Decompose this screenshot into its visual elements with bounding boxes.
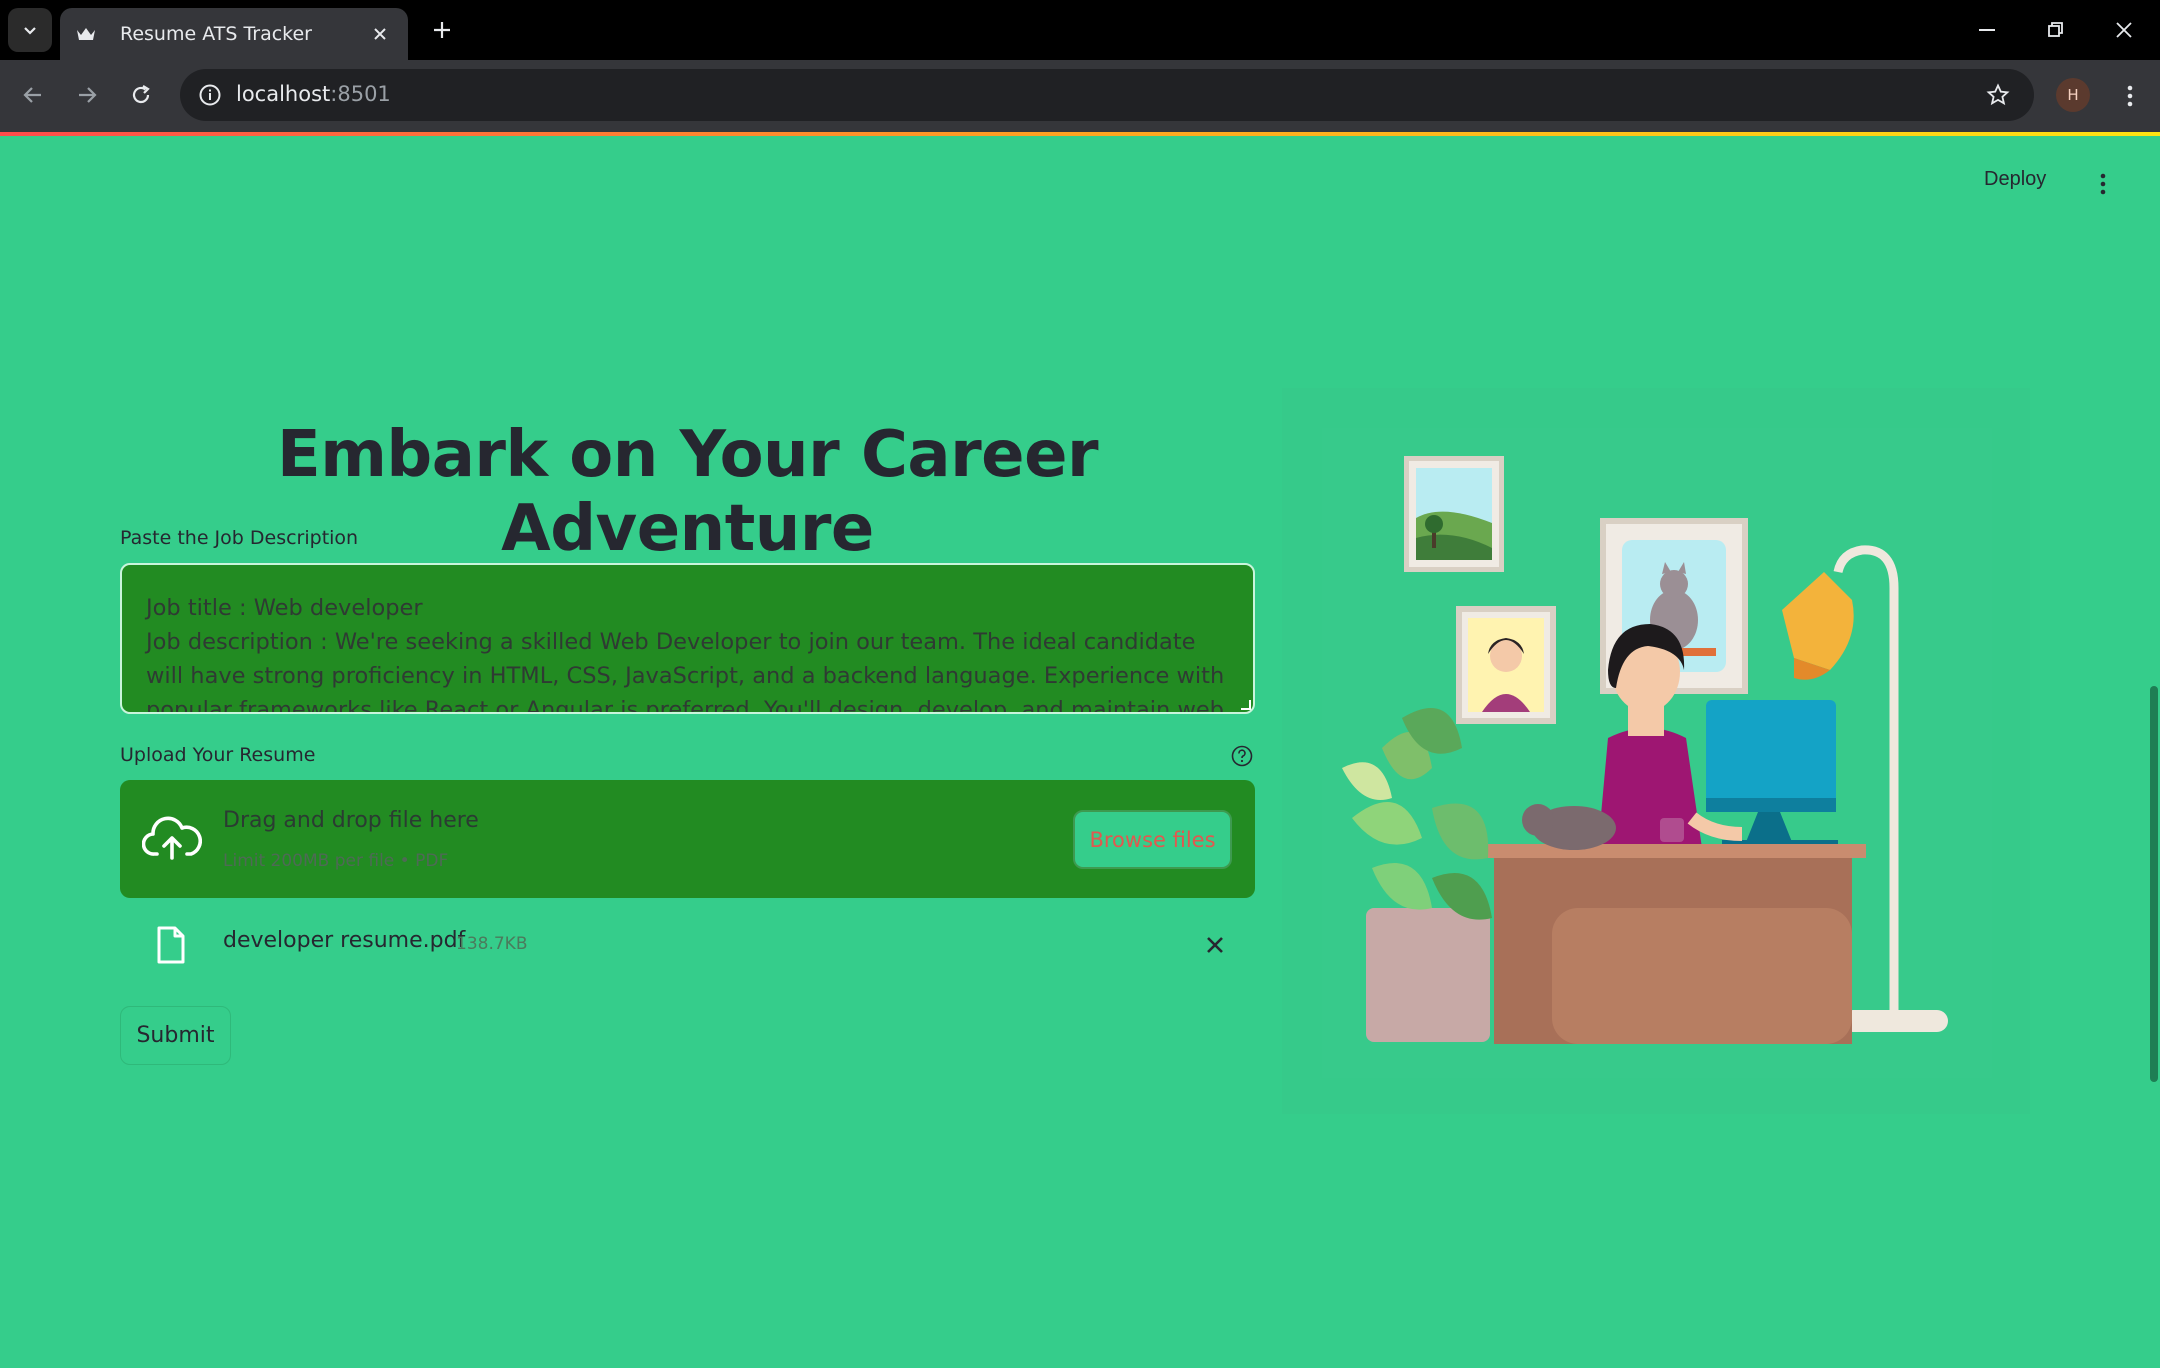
- arrow-right-icon: [79, 87, 97, 103]
- dropzone-instructions: Drag and drop file here: [223, 808, 479, 833]
- url-host: localhost: [236, 82, 331, 106]
- reload-button[interactable]: [118, 72, 164, 118]
- job-description-textarea[interactable]: Job title : Web developer Job descriptio…: [120, 563, 1255, 714]
- reload-icon: [132, 85, 150, 104]
- career-illustration: [1282, 388, 2030, 1114]
- cloud-upload-icon: [142, 816, 202, 860]
- remove-file-button[interactable]: [1200, 930, 1230, 960]
- kebab-menu-icon: [2100, 173, 2106, 195]
- profile-avatar[interactable]: H: [2056, 78, 2090, 112]
- plus-icon: [434, 22, 450, 38]
- site-info-icon[interactable]: [190, 75, 230, 115]
- browser-tab-bar: Resume ATS Tracker: [0, 0, 2160, 60]
- url-text: localhost:8501: [236, 82, 391, 106]
- new-tab-button[interactable]: [424, 12, 460, 48]
- browser-tab[interactable]: Resume ATS Tracker: [60, 8, 408, 60]
- upload-resume-label: Upload Your Resume: [120, 744, 316, 766]
- address-bar[interactable]: localhost:8501: [180, 69, 2034, 121]
- restore-icon: [2048, 22, 2063, 37]
- back-button[interactable]: [10, 72, 56, 118]
- tab-title: Resume ATS Tracker: [120, 23, 312, 45]
- minimize-window-button[interactable]: [1954, 0, 2022, 60]
- close-window-button[interactable]: [2090, 0, 2158, 60]
- restore-window-button[interactable]: [2022, 0, 2090, 60]
- tab-search-button[interactable]: [8, 8, 52, 52]
- portrait-picture: [1456, 606, 1556, 724]
- submit-button[interactable]: Submit: [120, 1006, 231, 1065]
- minimize-icon: [1979, 29, 1995, 31]
- url-port: :8501: [330, 82, 391, 106]
- streamlit-crown-icon: [74, 22, 98, 46]
- uploaded-file-size: 138.7KB: [456, 934, 528, 954]
- close-icon: [1207, 937, 1223, 953]
- app-main-menu-button[interactable]: [2086, 166, 2120, 202]
- chrome-menu-button[interactable]: [2110, 74, 2150, 118]
- bookmark-star-icon[interactable]: [1980, 77, 2016, 113]
- streamlit-decoration-bar: [0, 132, 2160, 136]
- file-icon: [157, 926, 185, 964]
- resize-handle[interactable]: [1241, 700, 1251, 710]
- browser-toolbar: localhost:8501 H: [0, 60, 2160, 132]
- close-icon: [2116, 22, 2132, 38]
- uploaded-file-row: developer resume.pdf 138.7KB: [120, 910, 1255, 980]
- dropzone-limit-text: Limit 200MB per file • PDF: [223, 851, 449, 871]
- browse-files-button[interactable]: Browse files: [1073, 810, 1232, 869]
- job-description-label: Paste the Job Description: [120, 527, 359, 549]
- chevron-down-icon: [24, 27, 36, 35]
- arrow-left-icon: [23, 87, 41, 103]
- help-tooltip-icon[interactable]: [1230, 744, 1254, 768]
- close-tab-icon[interactable]: [366, 20, 394, 48]
- forward-button[interactable]: [64, 72, 110, 118]
- landscape-picture: [1404, 456, 1504, 572]
- file-dropzone[interactable]: Drag and drop file here Limit 200MB per …: [120, 780, 1255, 898]
- scrollbar-thumb[interactable]: [2150, 686, 2158, 1082]
- kebab-menu-icon: [2127, 85, 2133, 107]
- desk: [1488, 844, 1866, 1044]
- uploaded-file-name: developer resume.pdf: [223, 928, 466, 953]
- job-description-text: Job title : Web developer Job descriptio…: [146, 595, 1225, 714]
- deploy-button[interactable]: Deploy: [1984, 168, 2046, 191]
